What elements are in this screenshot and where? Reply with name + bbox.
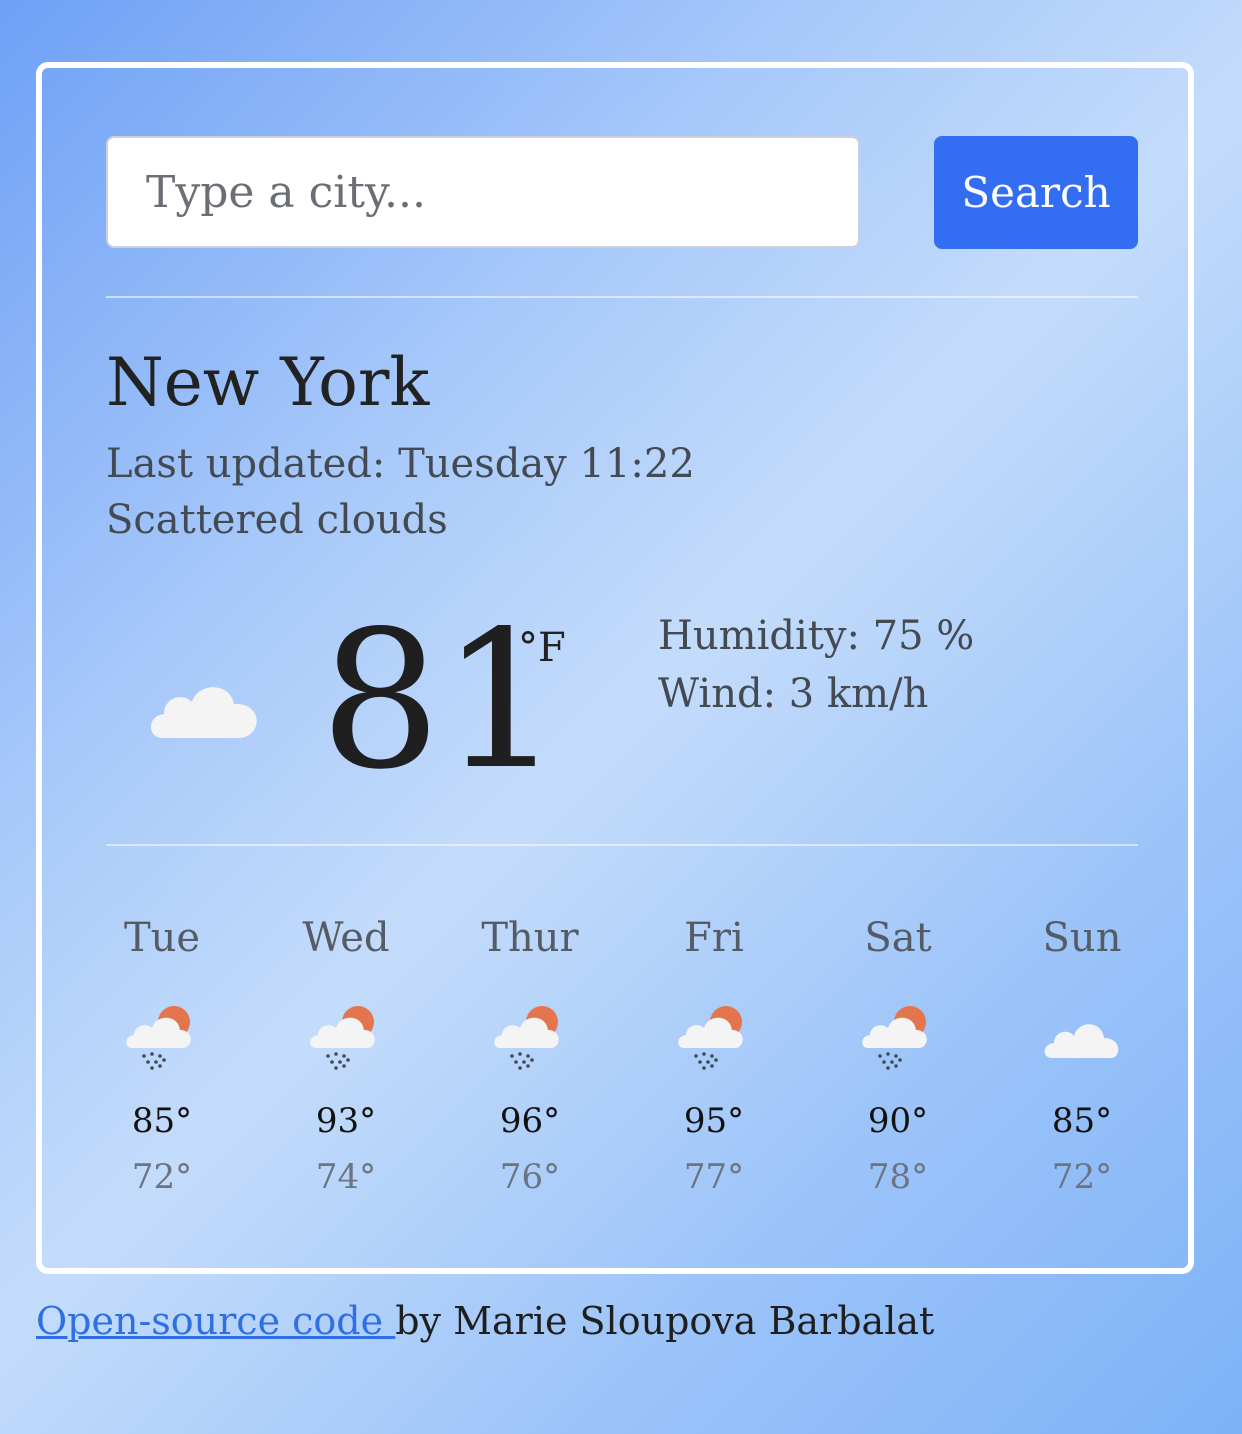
forecast-min-temp: 72° — [1051, 1157, 1113, 1197]
forecast-min-temp: 72° — [131, 1157, 193, 1197]
forecast-day-name: Sun — [1042, 915, 1122, 961]
wind: Wind: 3 km/h — [658, 671, 929, 717]
forecast-day: Thur 96° 76° — [450, 918, 610, 1194]
forecast-day: Tue 85° 72° — [82, 918, 242, 1194]
forecast-day: Fri 95° 77° — [634, 918, 794, 1194]
forecast-max-temp: 85° — [1051, 1101, 1113, 1141]
last-updated: Last updated: Tuesday 11:22 — [106, 441, 695, 487]
rain-sun-cloud-icon — [310, 1006, 375, 1070]
weather-card: Search New York Last updated: Tuesday 11… — [36, 62, 1194, 1274]
forecast-min-temp: 76° — [499, 1157, 561, 1197]
forecast-max-temp: 93° — [315, 1101, 377, 1141]
search-form: Search — [106, 132, 1138, 249]
rain-sun-cloud-icon — [494, 1006, 559, 1070]
humidity: Humidity: 75 % — [658, 613, 975, 659]
forecast-day: Sat 90° 78° — [818, 918, 978, 1194]
forecast-min-temp: 74° — [315, 1157, 377, 1197]
rain-sun-cloud-icon — [862, 1006, 927, 1070]
forecast-day-name: Sat — [864, 915, 932, 961]
cloud-icon — [1044, 1024, 1119, 1058]
forecast-max-temp: 85° — [131, 1101, 193, 1141]
forecast-day-name: Thur — [481, 915, 579, 961]
weather-description: Scattered clouds — [106, 497, 448, 543]
forecast-max-temp: 95° — [683, 1101, 745, 1141]
forecast-day: Wed 93° 74° — [266, 918, 426, 1194]
footer: Open-source code by Marie Sloupova Barba… — [36, 1302, 934, 1340]
forecast-day-name: Tue — [123, 915, 201, 961]
rain-sun-cloud-icon — [126, 1006, 191, 1070]
city-search-input[interactable] — [106, 136, 860, 248]
cloud-icon — [151, 687, 257, 738]
footer-credit: by Marie Sloupova Barbalat — [395, 1299, 935, 1343]
forecast-day: Sun 85° 72° — [1002, 918, 1162, 1194]
city-name: New York — [106, 344, 430, 421]
divider-top — [106, 296, 1138, 298]
search-button[interactable]: Search — [934, 136, 1138, 249]
forecast-min-temp: 77° — [683, 1157, 745, 1197]
forecast-day-name: Fri — [684, 915, 744, 961]
forecast-min-temp: 78° — [867, 1157, 929, 1197]
forecast-max-temp: 90° — [867, 1101, 929, 1141]
temperature-unit[interactable]: °F — [518, 628, 566, 668]
rain-sun-cloud-icon — [678, 1006, 743, 1070]
divider-bottom — [106, 844, 1138, 846]
forecast-max-temp: 96° — [499, 1101, 561, 1141]
forecast-row: Tue 85° 72° Wed 93° 74° Thur 96° 76° Fri… — [106, 918, 1138, 1228]
forecast-day-name: Wed — [302, 915, 390, 961]
open-source-link[interactable]: Open-source code — [36, 1299, 395, 1343]
